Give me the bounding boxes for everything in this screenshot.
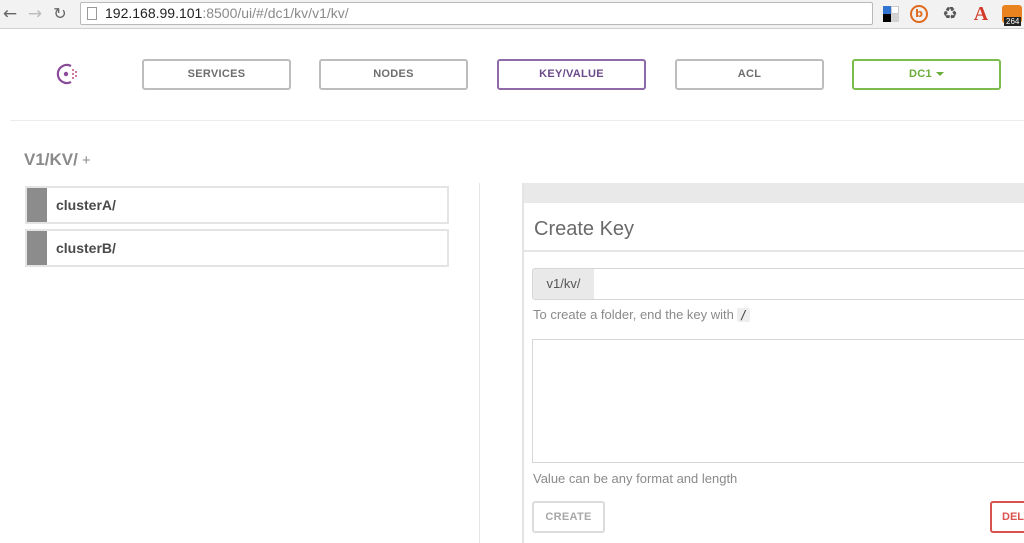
list-item[interactable]: clusterB/	[25, 229, 449, 267]
folder-indicator	[27, 188, 47, 222]
nav-key-value-button[interactable]: KEY/VALUE	[497, 59, 646, 90]
rss-badge: 264	[1004, 17, 1022, 26]
datacenter-dropdown[interactable]: DC1	[852, 59, 1001, 90]
list-item-label: clusterB/	[56, 240, 116, 256]
delete-button[interactable]: DEL	[990, 501, 1024, 533]
browser-toolbar: ← → ↻ 192.168.99.101:8500/ui/#/dc1/kv/v1…	[0, 0, 1024, 29]
forward-arrow-icon[interactable]: →	[25, 4, 45, 24]
nav-acl-button[interactable]: ACL	[675, 59, 824, 90]
nav-nodes-button[interactable]: NODES	[319, 59, 468, 90]
folder-indicator	[27, 231, 47, 265]
breadcrumb-path[interactable]: V1/KV/	[24, 150, 78, 169]
back-arrow-icon[interactable]: ←	[0, 4, 20, 24]
datacenter-label: DC1	[909, 68, 932, 80]
header-divider	[10, 120, 1024, 121]
url-host: 192.168.99.101	[105, 5, 203, 21]
value-textarea[interactable]	[532, 339, 1024, 463]
create-key-panel: Create Key v1/kv/ To create a folder, en…	[522, 183, 1024, 543]
rss-icon[interactable]: 264	[1002, 5, 1022, 26]
key-input[interactable]	[594, 268, 1024, 300]
panel-divider	[524, 250, 1024, 252]
create-button[interactable]: CREATE	[532, 501, 605, 533]
panel-header-bar	[524, 183, 1024, 203]
caret-down-icon	[935, 72, 944, 77]
folder-hint: To create a folder, end the key with /	[533, 307, 751, 322]
nav-services-button[interactable]: SERVICES	[142, 59, 291, 90]
consul-logo-icon[interactable]	[53, 60, 81, 88]
b-extension-icon[interactable]: b	[910, 5, 928, 23]
page-icon	[87, 7, 97, 20]
value-hint: Value can be any format and length	[533, 471, 738, 486]
reload-icon[interactable]: ↻	[50, 4, 70, 24]
folder-char: /	[736, 308, 751, 322]
a-extension-icon[interactable]: A	[972, 4, 990, 24]
column-divider	[479, 183, 480, 543]
list-item-label: clusterA/	[56, 197, 116, 213]
delicious-icon[interactable]	[882, 5, 900, 23]
url-path: :8500/ui/#/dc1/kv/v1/kv/	[202, 5, 349, 21]
list-item[interactable]: clusterA/	[25, 186, 449, 224]
recycle-icon[interactable]: ♻	[941, 5, 959, 23]
folder-hint-text: To create a folder, end the key with	[533, 307, 734, 322]
breadcrumb: V1/KV/+	[24, 150, 91, 170]
panel-title: Create Key	[534, 218, 635, 240]
add-key-button[interactable]: +	[82, 152, 91, 169]
key-prefix: v1/kv/	[532, 268, 595, 300]
address-bar[interactable]: 192.168.99.101:8500/ui/#/dc1/kv/v1/kv/	[80, 2, 873, 25]
